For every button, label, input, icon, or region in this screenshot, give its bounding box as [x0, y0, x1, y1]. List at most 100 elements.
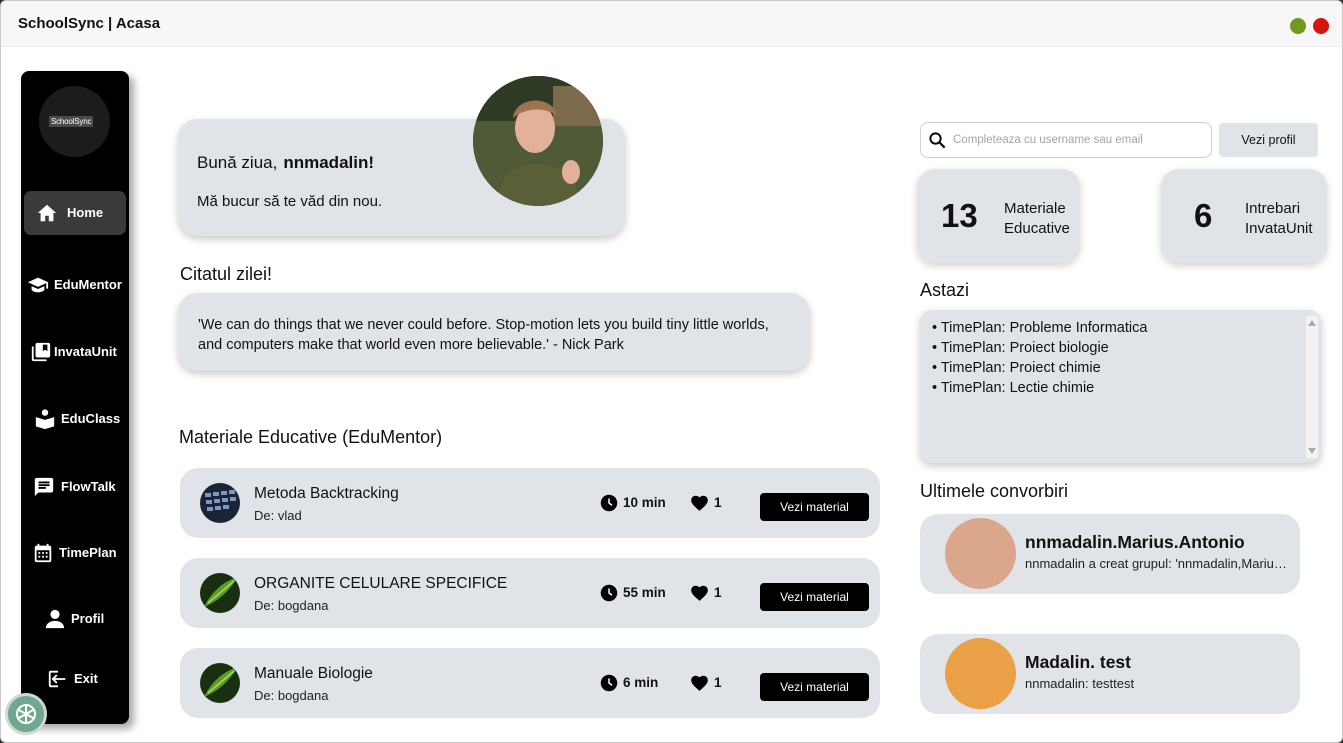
assistant-icon	[16, 704, 36, 724]
quote-text: 'We can do things that we never could be…	[198, 317, 769, 353]
today-list: TimePlan: Probleme Informatica TimePlan:…	[932, 318, 1148, 398]
close-button[interactable]	[1313, 18, 1329, 34]
conversation-name: Madalin. test	[1025, 652, 1131, 672]
conversation-card[interactable]: Madalin. test nnmadalin: testtest	[920, 634, 1300, 714]
app-window: SchoolSync | Acasa SchoolSync Home EduMe…	[0, 0, 1343, 743]
list-item[interactable]: TimePlan: Proiect chimie	[932, 358, 1147, 378]
conversation-name: nnmadalin.Marius.Antonio	[1025, 532, 1245, 552]
sidebar-item-profil[interactable]: Profil	[24, 597, 126, 641]
heart-icon	[691, 585, 708, 601]
view-material-button[interactable]: Vezi material	[760, 673, 869, 701]
minimize-button[interactable]	[1290, 18, 1306, 34]
search-icon	[929, 132, 946, 149]
today-list-box: TimePlan: Probleme Informatica TimePlan:…	[920, 310, 1321, 463]
sidebar-item-timeplan[interactable]: TimePlan	[24, 531, 126, 575]
chat-icon	[34, 477, 54, 497]
sidebar-item-home[interactable]: Home	[24, 191, 126, 235]
window-title: SchoolSync | Acasa	[18, 15, 161, 32]
logout-icon	[48, 670, 66, 688]
clock-icon	[600, 494, 618, 512]
material-thumbnail	[200, 483, 240, 523]
scroll-up-arrow[interactable]	[1308, 320, 1316, 326]
stat-label-line1: Intrebari	[1245, 200, 1301, 217]
sidebar-item-educlass[interactable]: EduClass	[24, 397, 126, 441]
quote-section-title: Citatul zilei!	[180, 264, 273, 284]
sidebar-item-flowtalk[interactable]: FlowTalk	[24, 465, 126, 509]
heart-icon	[691, 495, 708, 511]
view-material-button[interactable]: Vezi material	[760, 583, 869, 611]
stat-value: 13	[941, 197, 978, 234]
greeting-username: nnmadalin!	[283, 153, 375, 172]
user-search-input[interactable]: Completeaza cu username sau email	[920, 122, 1212, 158]
material-likes-count: 1	[714, 675, 722, 690]
graduation-cap-icon	[27, 277, 49, 293]
greeting-text: Bună ziua, nnmadalin!	[197, 153, 374, 173]
sidebar-item-label: Exit	[74, 671, 98, 686]
user-avatar[interactable]	[473, 76, 603, 206]
app-logo: SchoolSync	[39, 86, 110, 157]
view-material-button[interactable]: Vezi material	[760, 493, 869, 521]
list-item[interactable]: TimePlan: Proiect biologie	[932, 338, 1147, 358]
keyboard-thumbnail-image	[200, 483, 240, 523]
stat-label: Intrebari InvataUnit	[1245, 199, 1313, 239]
leaf-thumbnail-image	[200, 573, 240, 613]
quote-card: 'We can do things that we never could be…	[178, 293, 810, 371]
assistant-button[interactable]	[5, 693, 47, 735]
view-profile-button[interactable]: Vezi profil	[1219, 123, 1318, 157]
stat-value: 6	[1194, 197, 1213, 234]
avatar-photo-image	[473, 76, 603, 206]
material-title: Manuale Biologie	[254, 665, 373, 682]
material-likes-count: 1	[714, 585, 722, 600]
stat-label: Materiale Educative	[1004, 199, 1070, 239]
scroll-down-arrow[interactable]	[1308, 448, 1316, 454]
material-card: ORGANITE CELULARE SPECIFICE De: bogdana …	[180, 558, 880, 628]
sidebar-item-label: Profil	[71, 611, 105, 626]
book-icon	[31, 342, 51, 362]
sidebar-item-label: Home	[67, 205, 104, 220]
sidebar-item-label: InvataUnit	[54, 344, 117, 359]
stat-label-line1: Materiale	[1004, 200, 1066, 217]
today-scrollbar[interactable]	[1306, 316, 1318, 458]
material-title: Metoda Backtracking	[254, 485, 399, 502]
material-author: De: bogdana	[254, 688, 329, 703]
reader-icon	[35, 409, 55, 430]
material-author: De: bogdana	[254, 598, 329, 613]
sidebar-item-label: FlowTalk	[61, 479, 116, 494]
material-author: De: vlad	[254, 508, 302, 523]
stat-label-line2: Educative	[1004, 220, 1070, 237]
conversation-card[interactable]: nnmadalin.Marius.Antonio nnmadalin a cre…	[920, 514, 1300, 594]
calendar-icon	[34, 543, 52, 563]
material-duration-text: 6 min	[623, 675, 659, 690]
sidebar-item-exit[interactable]: Exit	[24, 657, 126, 701]
conversation-avatar	[945, 638, 1016, 709]
material-card: Metoda Backtracking De: vlad 10 min 1 Ve…	[180, 468, 880, 538]
material-title: ORGANITE CELULARE SPECIFICE	[254, 575, 508, 592]
user-icon	[45, 609, 65, 629]
title-bar: SchoolSync | Acasa	[1, 1, 1342, 47]
heart-icon	[691, 675, 708, 691]
conversation-last-message: nnmadalin a creat grupul: 'nnmadalin,Mar…	[1025, 556, 1287, 571]
conversation-last-message: nnmadalin: testtest	[1025, 676, 1135, 691]
today-section-title: Astazi	[920, 280, 970, 300]
search-placeholder: Completeaza cu username sau email	[953, 134, 1143, 146]
list-item[interactable]: TimePlan: Lectie chimie	[932, 378, 1147, 398]
clock-icon	[600, 674, 618, 692]
stat-card-materials: 13 Materiale Educative	[917, 169, 1080, 263]
material-thumbnail	[200, 663, 240, 703]
material-duration-text: 10 min	[623, 495, 666, 510]
clock-icon	[600, 584, 618, 602]
greeting-hello: Bună ziua,	[197, 153, 278, 172]
sidebar-item-edumentor[interactable]: EduMentor	[24, 263, 126, 307]
sidebar-item-label: TimePlan	[59, 545, 117, 560]
home-icon	[37, 204, 57, 222]
list-item[interactable]: TimePlan: Probleme Informatica	[932, 318, 1148, 338]
sidebar-item-label: EduClass	[61, 411, 121, 426]
leaf-thumbnail-image	[200, 663, 240, 703]
sidebar-item-label: EduMentor	[54, 277, 122, 292]
stat-card-questions: 6 Intrebari InvataUnit	[1161, 169, 1327, 263]
stat-label-line2: InvataUnit	[1245, 220, 1313, 237]
sidebar-item-invataunit[interactable]: InvataUnit	[24, 330, 126, 374]
material-card: Manuale Biologie De: bogdana 6 min 1 Vez…	[180, 648, 880, 718]
conversations-section-title: Ultimele convorbiri	[920, 481, 1069, 501]
conversation-avatar	[945, 518, 1016, 589]
